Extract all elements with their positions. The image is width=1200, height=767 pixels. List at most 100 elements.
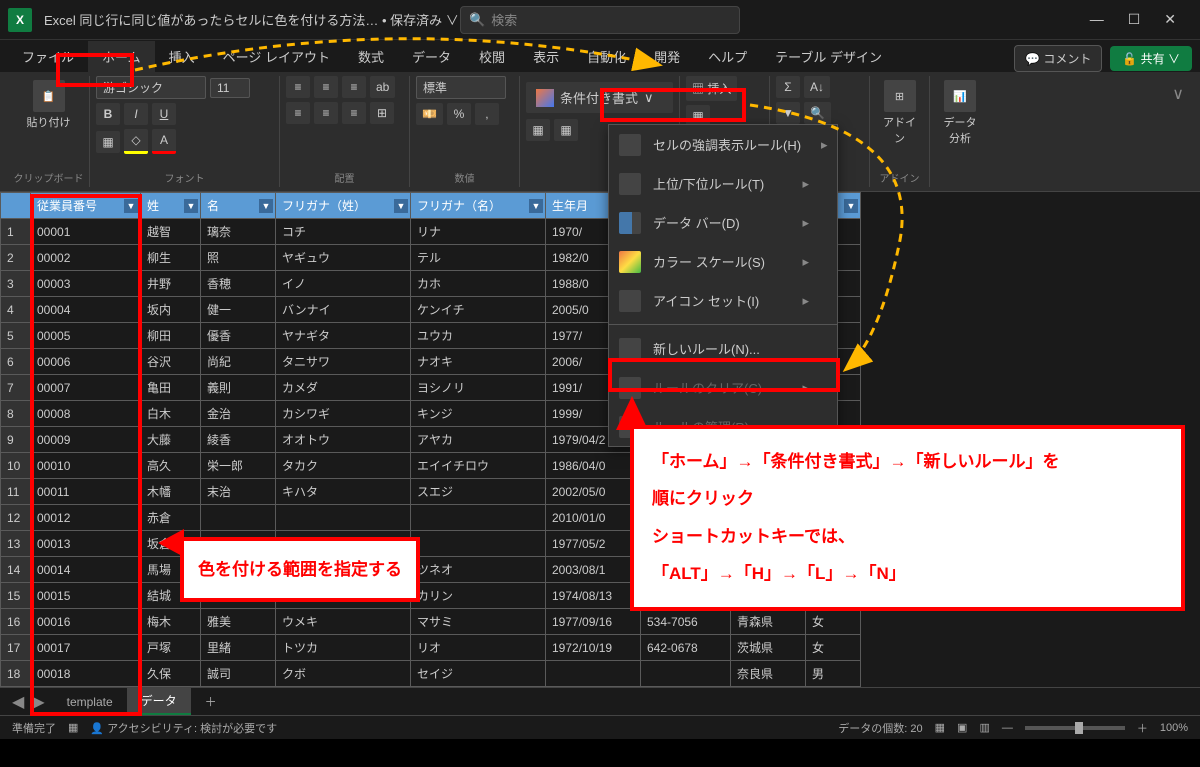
- sheet-prev-button[interactable]: ◀: [12, 692, 24, 712]
- filter-icon[interactable]: ▼: [184, 199, 198, 213]
- find-button[interactable]: 🔍: [804, 102, 831, 124]
- bold-button[interactable]: B: [96, 103, 120, 125]
- cell[interactable]: 2003/08/1: [546, 557, 641, 583]
- row-header[interactable]: 17: [1, 635, 31, 661]
- row-header[interactable]: 18: [1, 661, 31, 687]
- cell[interactable]: 金治: [201, 401, 276, 427]
- cell[interactable]: 00005: [31, 323, 141, 349]
- merge-button[interactable]: ⊞: [370, 102, 394, 124]
- zoom-level[interactable]: 100%: [1160, 722, 1188, 734]
- menu-icon-sets[interactable]: アイコン セット(I)▸: [609, 281, 837, 320]
- row-header[interactable]: 7: [1, 375, 31, 401]
- cell[interactable]: 1986/04/0: [546, 453, 641, 479]
- sheet-tab-template[interactable]: template: [53, 691, 127, 713]
- number-format-select[interactable]: 標準: [416, 76, 506, 99]
- cell[interactable]: 越智: [141, 219, 201, 245]
- cell[interactable]: 642-0678: [641, 635, 731, 661]
- sheet-tab-data[interactable]: データ: [127, 688, 191, 715]
- column-header-1[interactable]: 姓▼: [141, 193, 201, 219]
- ribbon-tab-11[interactable]: テーブル デザイン: [761, 41, 896, 72]
- cell[interactable]: コチ: [276, 219, 411, 245]
- ribbon-tab-7[interactable]: 表示: [519, 41, 573, 72]
- cell[interactable]: ケンイチ: [411, 297, 546, 323]
- row-header[interactable]: 11: [1, 479, 31, 505]
- format-table-button[interactable]: ▦: [526, 119, 550, 141]
- cell[interactable]: クボ: [276, 661, 411, 687]
- cell[interactable]: カホ: [411, 271, 546, 297]
- addins-button[interactable]: ⊞ アドイン: [876, 76, 923, 150]
- macro-icon[interactable]: ▦: [68, 721, 78, 734]
- cell[interactable]: カリン: [411, 583, 546, 609]
- align-left-button[interactable]: ≡: [286, 102, 310, 124]
- ribbon-tab-0[interactable]: ファイル: [8, 41, 88, 72]
- data-analysis-button[interactable]: 📊 データ 分析: [936, 76, 984, 150]
- align-middle-button[interactable]: ≡: [314, 76, 338, 98]
- cell[interactable]: タカク: [276, 453, 411, 479]
- cell[interactable]: [411, 531, 546, 557]
- cell[interactable]: 久保: [141, 661, 201, 687]
- row-header[interactable]: 2: [1, 245, 31, 271]
- align-center-button[interactable]: ≡: [314, 102, 338, 124]
- cell[interactable]: 00004: [31, 297, 141, 323]
- cell[interactable]: ツネオ: [411, 557, 546, 583]
- cell[interactable]: ヨシノリ: [411, 375, 546, 401]
- cell[interactable]: 亀田: [141, 375, 201, 401]
- cell[interactable]: 雅美: [201, 609, 276, 635]
- cell[interactable]: オオトウ: [276, 427, 411, 453]
- cell[interactable]: 戸塚: [141, 635, 201, 661]
- share-button[interactable]: 🔓 共有 ∨: [1110, 46, 1192, 71]
- column-header-3[interactable]: フリガナ（姓）▼: [276, 193, 411, 219]
- cell[interactable]: 男: [806, 661, 861, 687]
- row-header[interactable]: 12: [1, 505, 31, 531]
- cell[interactable]: 井野: [141, 271, 201, 297]
- select-all-corner[interactable]: [1, 193, 31, 219]
- ribbon-tab-4[interactable]: 数式: [344, 41, 398, 72]
- cell[interactable]: [641, 661, 731, 687]
- cell[interactable]: アヤカ: [411, 427, 546, 453]
- cell[interactable]: 00014: [31, 557, 141, 583]
- menu-highlight-rules[interactable]: セルの強調表示ルール(H)▸: [609, 125, 837, 164]
- menu-data-bars[interactable]: データ バー(D)▸: [609, 203, 837, 242]
- cell[interactable]: 女: [806, 635, 861, 661]
- fill-button[interactable]: ▼: [776, 102, 800, 124]
- filter-icon[interactable]: ▼: [259, 199, 273, 213]
- cell[interactable]: 1977/05/2: [546, 531, 641, 557]
- cell[interactable]: ユウカ: [411, 323, 546, 349]
- cell[interactable]: トツカ: [276, 635, 411, 661]
- maximize-button[interactable]: ☐: [1128, 11, 1141, 28]
- zoom-out-button[interactable]: —: [1002, 722, 1013, 734]
- zoom-in-button[interactable]: ＋: [1137, 720, 1148, 736]
- close-button[interactable]: ✕: [1164, 11, 1176, 28]
- cell[interactable]: 照: [201, 245, 276, 271]
- cell[interactable]: 1977/09/16: [546, 609, 641, 635]
- cell[interactable]: 00009: [31, 427, 141, 453]
- cell[interactable]: 璃奈: [201, 219, 276, 245]
- cell[interactable]: ナオキ: [411, 349, 546, 375]
- fill-color-button[interactable]: ◇: [124, 129, 148, 154]
- cell[interactable]: 00002: [31, 245, 141, 271]
- row-header[interactable]: 14: [1, 557, 31, 583]
- minimize-button[interactable]: —: [1090, 11, 1104, 28]
- row-header[interactable]: 3: [1, 271, 31, 297]
- sort-button[interactable]: A↓: [804, 76, 830, 98]
- cell[interactable]: テル: [411, 245, 546, 271]
- cell[interactable]: 2010/01/0: [546, 505, 641, 531]
- row-header[interactable]: 4: [1, 297, 31, 323]
- cell-styles-button[interactable]: ▦: [554, 119, 578, 141]
- view-break-icon[interactable]: ▥: [979, 721, 989, 734]
- row-header[interactable]: 1: [1, 219, 31, 245]
- ribbon-tab-8[interactable]: 自動化: [573, 41, 640, 72]
- insert-cells-button[interactable]: ▦ 挿入: [686, 76, 737, 101]
- cell[interactable]: 00001: [31, 219, 141, 245]
- filter-icon[interactable]: ▼: [529, 199, 543, 213]
- cell[interactable]: セイジ: [411, 661, 546, 687]
- cell[interactable]: 木幡: [141, 479, 201, 505]
- cell[interactable]: [411, 505, 546, 531]
- cell[interactable]: 女: [806, 609, 861, 635]
- ribbon-collapse-icon[interactable]: ∨: [1164, 76, 1192, 187]
- accessibility-status[interactable]: 👤 アクセシビリティ: 検討が必要です: [90, 720, 277, 736]
- cell[interactable]: 00006: [31, 349, 141, 375]
- conditional-format-button[interactable]: 条件付き書式 ∨: [526, 82, 673, 113]
- sheet-next-button[interactable]: ▶: [32, 692, 44, 712]
- ribbon-tab-3[interactable]: ページ レイアウト: [209, 41, 344, 72]
